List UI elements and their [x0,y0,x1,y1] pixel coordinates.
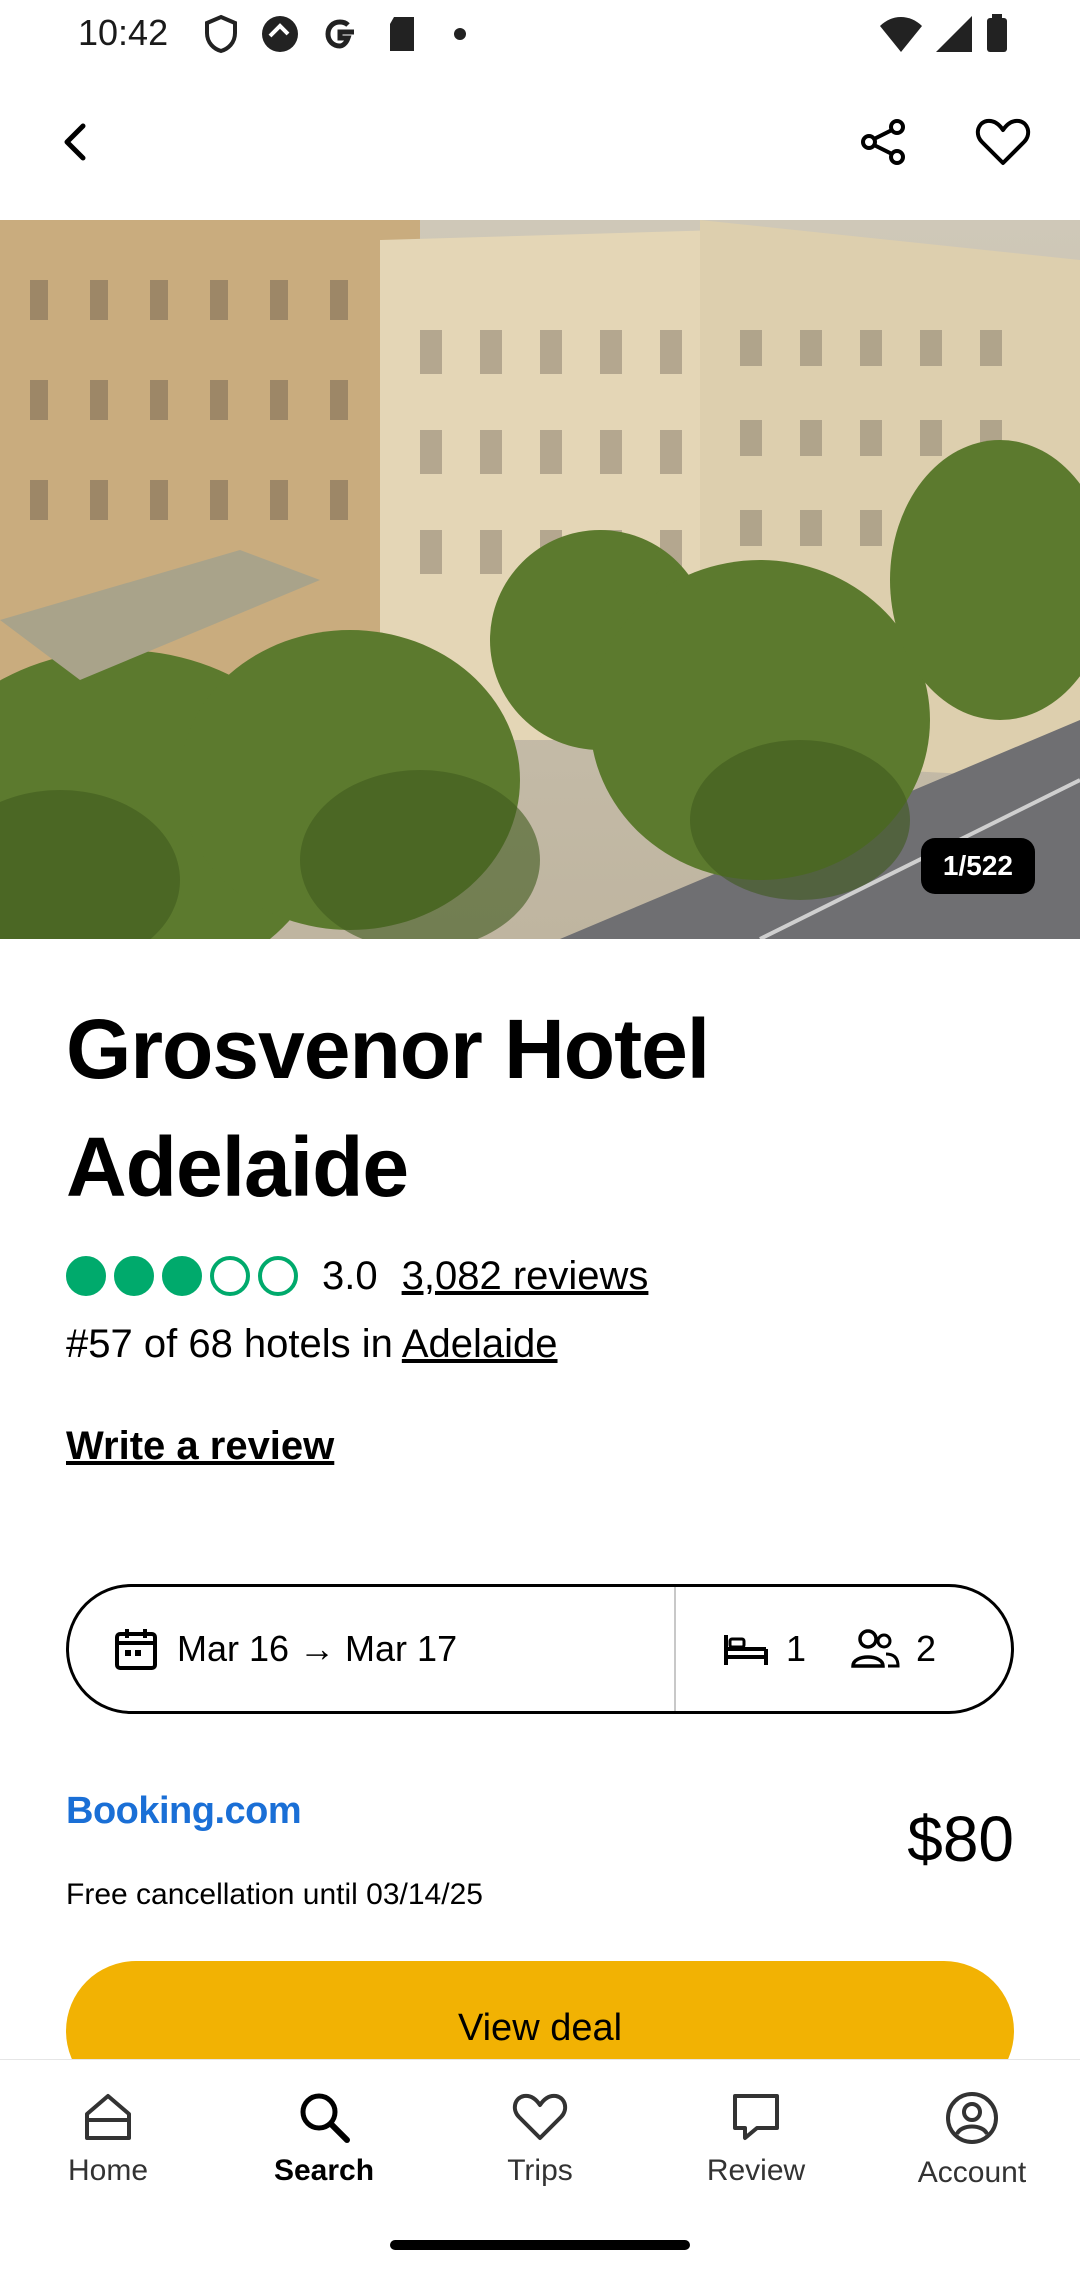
back-button[interactable] [32,97,122,187]
rating-value: 3.0 [322,1253,378,1298]
tab-search-label: Search [273,2154,375,2187]
rooms-count: 1 [786,1628,807,1669]
dot-icon [454,28,466,40]
rating-bubble [66,1256,106,1296]
heart-icon [975,118,1031,165]
rooms-guests-button[interactable]: 1 2 [676,1587,1011,1711]
date-range: Mar 16 → Mar 17 [177,1628,458,1669]
rating-bubble [114,1256,154,1296]
rating-bubble [162,1256,202,1296]
date-picker-button[interactable]: Mar 16 → Mar 17 [69,1587,676,1711]
google-icon [325,19,354,49]
share-icon [861,119,905,165]
tab-trips-label: Trips [507,2154,573,2187]
free-cancellation-text: Free cancellation until 03/14/25 [66,1878,483,1911]
save-favorite-button[interactable] [958,97,1048,187]
calendar-icon [115,1629,157,1670]
cell-signal-icon [936,16,972,52]
status-bar: 10:42 [0,0,1080,70]
ranking-text: #57 of 68 hotels in [66,1322,393,1366]
booking-com-logo: Booking.com [66,1790,302,1832]
rating-bubbles [66,1256,306,1296]
sd-card-icon [390,17,414,51]
home-indicator-bar[interactable] [390,2240,690,2250]
share-button[interactable] [838,97,928,187]
status-time: 10:42 [78,12,169,53]
rating-bubble [210,1256,250,1296]
tab-home-label: Home [67,2154,149,2187]
ranking-city-link[interactable]: Adelaide [402,1322,558,1366]
hotel-photo-illustration [0,220,1080,939]
deal-price: $80 [907,1803,1014,1875]
guests-icon [851,1629,900,1668]
tab-search[interactable]: Search [216,2060,432,2230]
rating-row: 3.0 3,082 reviews [66,1250,648,1302]
wifi-icon [880,17,922,52]
chat-icon [733,2094,779,2140]
ranking: #57 of 68 hotels in Adelaide [66,1322,558,1367]
reviews-link[interactable]: 3,082 reviews [402,1254,649,1299]
heart-icon [512,2093,568,2140]
hotel-photo[interactable] [0,220,1080,939]
search-icon [300,2093,350,2143]
tab-account-label: Account [917,2156,1027,2189]
tab-review[interactable]: Review [648,2060,864,2230]
home-icon [85,2094,131,2140]
hotel-name: Grosvenor Hotel Adelaide [66,1002,710,1214]
tab-trips[interactable]: Trips [432,2060,648,2230]
tab-home[interactable]: Home [0,2060,216,2230]
guests-count: 2 [916,1628,937,1669]
bed-icon [724,1635,768,1665]
tab-review-label: Review [706,2154,806,2187]
chevron-left-icon [64,123,86,161]
sync-app-icon [262,16,298,52]
battery-icon [987,14,1007,52]
rating-bubble [258,1256,298,1296]
shield-icon [205,14,237,54]
photo-counter: 1/522 [920,838,1035,894]
write-review-link[interactable]: Write a review [66,1424,334,1469]
account-icon [946,2092,998,2144]
date-guest-selector: Mar 16 → Mar 17 1 2 [66,1584,1014,1714]
tab-account[interactable]: Account [864,2060,1080,2230]
